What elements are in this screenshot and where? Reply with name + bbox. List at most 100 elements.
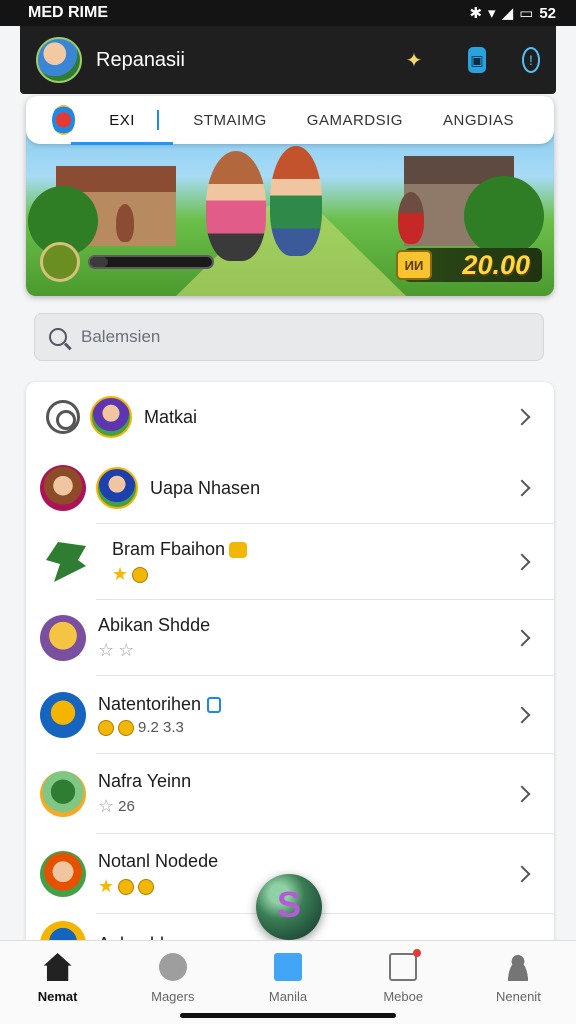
level-progress [40,242,214,282]
app-header: Repanasii ✦ ▣ ! [20,26,556,94]
chevron-right-icon [513,629,531,647]
chevron-right-icon [513,553,531,571]
gear-icon [46,400,80,434]
list-item-text: Nafra Yeinn ☆ 26 [98,771,516,817]
hero-character-boy [206,151,266,261]
status-carrier: MED RIME [28,4,108,21]
badge-icon [207,697,222,714]
home-icon [43,953,72,981]
chevron-right-icon [513,479,531,497]
game-thumbnail [96,467,138,509]
bag-icon [229,542,248,559]
level-badge-icon [40,242,80,282]
nav-item-messages[interactable]: Meboe [346,941,461,1024]
inventory-button[interactable]: ▣ [450,42,486,78]
list-item[interactable]: Uapa Nhasen [26,452,554,524]
list-item-name: Matkai [144,406,198,427]
history-button[interactable]: ! [504,42,540,78]
status-battery-value: 52 [539,4,556,22]
nav-item-label: Nemat [37,989,78,1004]
list-item-meta: ☆ ☆ [98,640,516,661]
npc-character [116,204,134,242]
ball-icon [158,953,187,981]
search-input[interactable] [81,327,501,347]
list-item-text: Natentorihen 9.2 3.3 [98,694,516,736]
chevron-right-icon [513,865,531,883]
list-item-meta-text: 26 [118,798,135,815]
nav-item-label: Manila [268,989,308,1004]
bluetooth-icon: ✱ [469,5,483,22]
hero-banner[interactable]: EXI STMAIMG GAMARDSIG ANGDIAS ИИ 20.00 [26,96,554,296]
nav-item-profile[interactable]: Nenenit [461,941,576,1024]
clock-icon: ! [522,47,540,73]
nav-item-label: Magers [151,989,195,1004]
list-item-name: Bram Fbaihon [112,539,516,560]
list-item[interactable]: Matkai [26,382,554,452]
nav-item-label: Nenenit [496,989,541,1004]
floating-action-orb[interactable] [256,874,322,940]
signal-icon: ◢ [501,5,514,22]
category-tabs: EXI STMAIMG GAMARDSIG ANGDIAS [26,96,554,145]
list-item-text: Matkai [144,407,516,428]
status-icons: ✱ ▾ ◢ ▭ 52 [469,4,556,23]
tab-exi[interactable]: EXI [71,112,173,145]
list-item-name: Notanl Nodede [98,851,219,871]
list-item-name-text: Bram Fbaihon [112,539,226,559]
nav-item-label: Meboe [383,989,424,1004]
list-item[interactable]: Nafra Yeinn ☆ 26 [26,754,554,834]
list-item-name: Nafra Yeinn [98,771,192,791]
lightning-icon [46,542,86,582]
star-icon: ★ [112,564,129,584]
tab-separator [156,110,160,130]
progress-bar [88,255,214,269]
rocket-icon[interactable]: ✦ [396,42,432,78]
nav-item-home[interactable]: Nemat [0,941,115,1024]
coin-icon [132,566,149,583]
game-thumbnail [90,396,132,438]
tab-stmaimg[interactable]: STMAIMG [193,112,267,129]
nav-item-games[interactable]: Magers [115,941,230,1024]
list-item-meta: ☆ 26 [98,796,516,817]
progress-fill [90,257,109,267]
search-icon [49,328,67,346]
profile-avatar[interactable] [36,37,82,83]
player-avatar [40,851,86,897]
star-empty-icon: ☆ [98,640,115,660]
list-item-name: Natentorihen [98,694,516,715]
player-avatar [40,465,86,511]
list-item-meta-text: 9.2 3.3 [138,719,184,736]
user-icon [504,953,533,981]
box-icon: ▣ [468,47,486,73]
document-icon [389,949,422,981]
chevron-right-icon [513,706,531,724]
list-item-name: Uapa Nhasen [150,477,261,498]
list-item[interactable]: Abikan Shdde ☆ ☆ [26,600,554,676]
score-value: 20.00 [462,249,530,280]
home-indicator[interactable] [180,1013,396,1018]
banner-tree [464,176,544,256]
bottom-navigation: Nemat Magers Manila Meboe Nenenit [0,940,576,1024]
list-item[interactable]: Natentorihen 9.2 3.3 [26,676,554,754]
player-avatar [40,771,86,817]
coin-icon [118,719,134,736]
search-bar[interactable] [34,313,544,361]
player-avatar [40,692,86,738]
flag-icon [274,953,302,981]
star-icon: ★ [98,876,115,896]
list-item-text: Abikan Shdde ☆ ☆ [98,615,516,661]
tab-gamardsig[interactable]: GAMARDSIG [307,112,403,129]
nav-item-manila[interactable]: Manila [230,941,345,1024]
list-item[interactable]: Bram Fbaihon ★ [26,524,554,600]
tab-angdias[interactable]: ANGDIAS [443,112,514,129]
wifi-icon: ▾ [488,5,496,22]
coin-icon [138,878,155,895]
chevron-right-icon [513,408,531,426]
chevron-right-icon [513,785,531,803]
game-logo-icon [52,105,76,135]
star-empty-icon: ☆ [98,796,115,816]
list-item-name: Abikan Shdde [98,615,211,635]
list-item-meta: 9.2 3.3 [98,719,516,736]
hero-character-girl [270,146,322,256]
list-item-text: Uapa Nhasen [150,478,516,499]
list-item-text: Bram Fbaihon ★ [112,539,516,585]
